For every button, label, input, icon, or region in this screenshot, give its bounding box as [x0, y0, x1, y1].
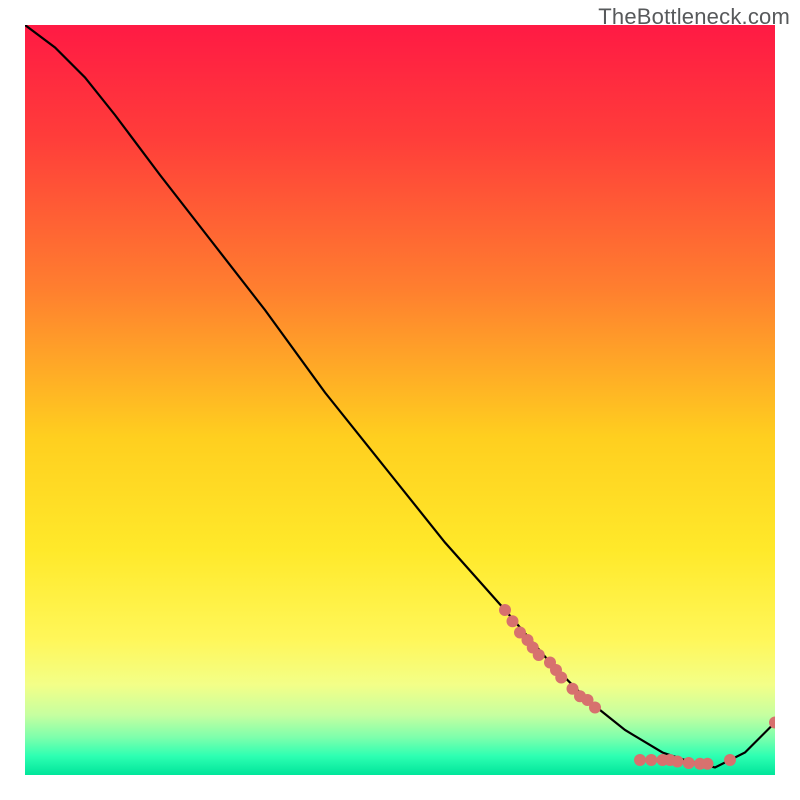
chart-svg	[25, 25, 775, 775]
highlight-point	[672, 756, 684, 768]
highlight-point	[589, 702, 601, 714]
chart-root: TheBottleneck.com	[0, 0, 800, 800]
highlight-point	[634, 754, 646, 766]
highlight-point	[724, 754, 736, 766]
highlight-point	[555, 672, 567, 684]
highlight-point	[533, 649, 545, 661]
highlight-point	[702, 758, 714, 770]
highlight-point	[683, 757, 695, 769]
highlight-point	[499, 604, 511, 616]
bottleneck-curve	[25, 25, 775, 768]
highlight-points-group	[499, 604, 775, 770]
highlight-point	[507, 615, 519, 627]
highlight-point	[645, 754, 657, 766]
plot-area	[25, 25, 775, 775]
